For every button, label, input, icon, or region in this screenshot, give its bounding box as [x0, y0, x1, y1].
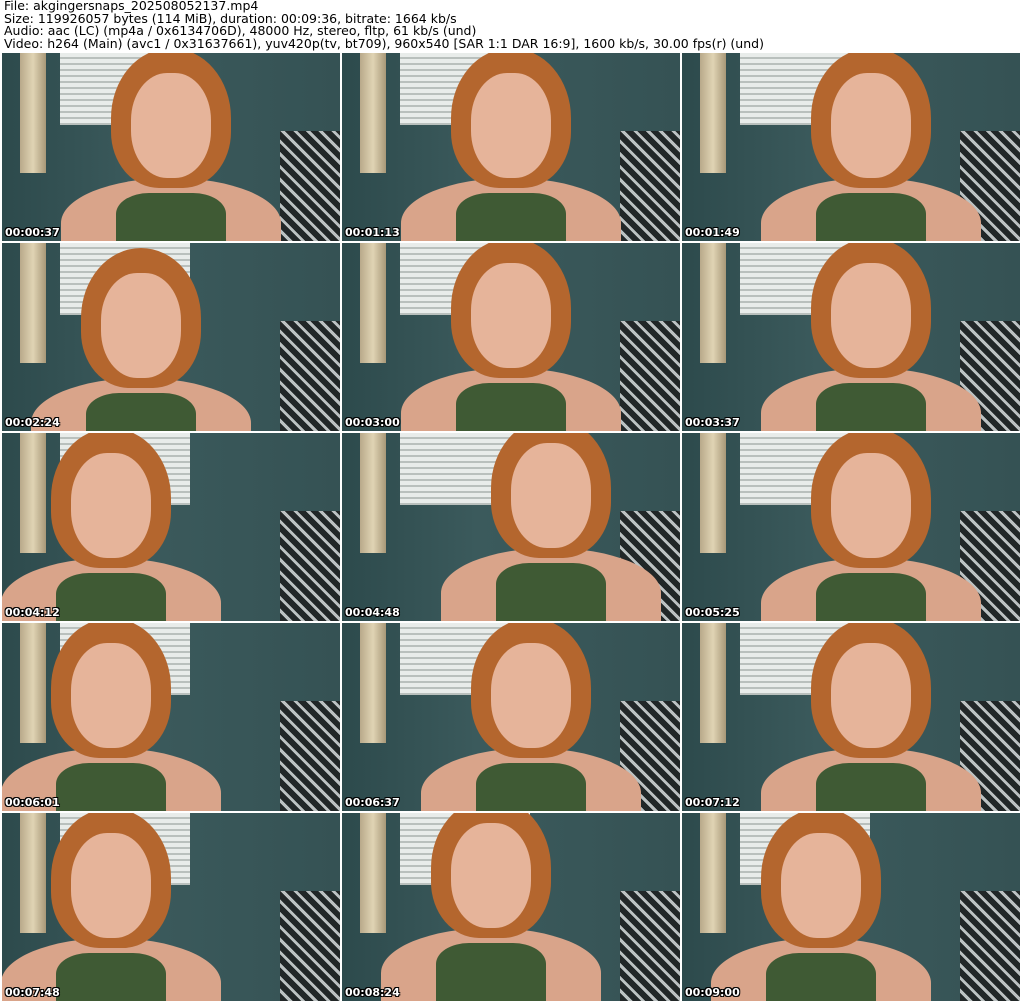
thumbnail-timestamp: 00:03:37 — [685, 416, 740, 429]
video-thumbnail: 00:01:49 — [682, 53, 1020, 241]
person-face — [831, 643, 911, 748]
video-thumbnail: 00:07:12 — [682, 623, 1020, 811]
curtain — [700, 813, 726, 933]
curtain — [700, 433, 726, 553]
video-thumbnail: 00:03:37 — [682, 243, 1020, 431]
person-top — [456, 193, 566, 241]
curtain — [700, 53, 726, 173]
bedding — [620, 131, 680, 241]
bedding — [280, 131, 340, 241]
person-face — [831, 73, 911, 178]
thumbnail-timestamp: 00:00:37 — [5, 226, 60, 239]
thumbnail-timestamp: 00:01:13 — [345, 226, 400, 239]
video-info: Video: h264 (Main) (avc1 / 0x31637661), … — [4, 35, 764, 51]
person-face — [71, 833, 151, 938]
person-top — [766, 953, 876, 1001]
video-thumbnail: 00:03:00 — [342, 243, 680, 431]
person-top — [86, 393, 196, 431]
thumbnail-timestamp: 00:06:37 — [345, 796, 400, 809]
person-top — [816, 193, 926, 241]
person-top — [56, 763, 166, 811]
curtain — [360, 433, 386, 553]
person-top — [816, 573, 926, 621]
bedding — [620, 891, 680, 1001]
thumbnail-timestamp: 00:02:24 — [5, 416, 60, 429]
person-top — [496, 563, 606, 621]
video-thumbnail: 00:05:25 — [682, 433, 1020, 621]
bedding — [620, 321, 680, 431]
curtain — [700, 243, 726, 363]
curtain — [20, 623, 46, 743]
person-face — [451, 823, 531, 928]
thumbnail-timestamp: 00:03:00 — [345, 416, 400, 429]
person-face — [471, 263, 551, 368]
person-face — [511, 443, 591, 548]
person-face — [781, 833, 861, 938]
person-top — [476, 763, 586, 811]
bedding — [280, 891, 340, 1001]
person-face — [71, 453, 151, 558]
curtain — [20, 53, 46, 173]
video-thumbnail: 00:06:01 — [2, 623, 340, 811]
bedding — [960, 891, 1020, 1001]
thumbnail-timestamp: 00:01:49 — [685, 226, 740, 239]
person-face — [471, 73, 551, 178]
person-face — [831, 263, 911, 368]
curtain — [360, 623, 386, 743]
video-thumbnail: 00:02:24 — [2, 243, 340, 431]
person-top — [116, 193, 226, 241]
person-top — [56, 953, 166, 1001]
video-thumbnail: 00:06:37 — [342, 623, 680, 811]
video-thumbnail: 00:08:24 — [342, 813, 680, 1001]
bedding — [280, 511, 340, 621]
curtain — [20, 433, 46, 553]
thumbnail-timestamp: 00:06:01 — [5, 796, 60, 809]
person-face — [491, 643, 571, 748]
curtain — [700, 623, 726, 743]
person-top — [436, 943, 546, 1001]
person-face — [71, 643, 151, 748]
bedding — [280, 321, 340, 431]
thumbnail-timestamp: 00:05:25 — [685, 606, 740, 619]
curtain — [20, 243, 46, 363]
file-info-header: File: akgingersnaps_202508052137.mp4 Siz… — [4, 0, 764, 50]
person-top — [816, 763, 926, 811]
curtain — [360, 243, 386, 363]
thumbnail-timestamp: 00:04:48 — [345, 606, 400, 619]
person-top — [456, 383, 566, 431]
curtain — [360, 53, 386, 173]
person-face — [831, 453, 911, 558]
video-thumbnail: 00:04:12 — [2, 433, 340, 621]
thumbnail-timestamp: 00:04:12 — [5, 606, 60, 619]
person-top — [816, 383, 926, 431]
person-top — [56, 573, 166, 621]
video-thumbnail: 00:00:37 — [2, 53, 340, 241]
video-thumbnail: 00:04:48 — [342, 433, 680, 621]
video-thumbnail: 00:07:48 — [2, 813, 340, 1001]
bedding — [280, 701, 340, 811]
video-thumbnail: 00:09:00 — [682, 813, 1020, 1001]
video-thumbnail: 00:01:13 — [342, 53, 680, 241]
person-face — [131, 73, 211, 178]
curtain — [360, 813, 386, 933]
thumbnail-timestamp: 00:07:48 — [5, 986, 60, 999]
thumbnail-timestamp: 00:07:12 — [685, 796, 740, 809]
person-face — [101, 273, 181, 378]
thumbnail-timestamp: 00:08:24 — [345, 986, 400, 999]
thumbnail-timestamp: 00:09:00 — [685, 986, 740, 999]
curtain — [20, 813, 46, 933]
thumbnail-grid: 00:00:37 00:01:13 00:01:49 00:02:24 00:0… — [2, 53, 1020, 1001]
